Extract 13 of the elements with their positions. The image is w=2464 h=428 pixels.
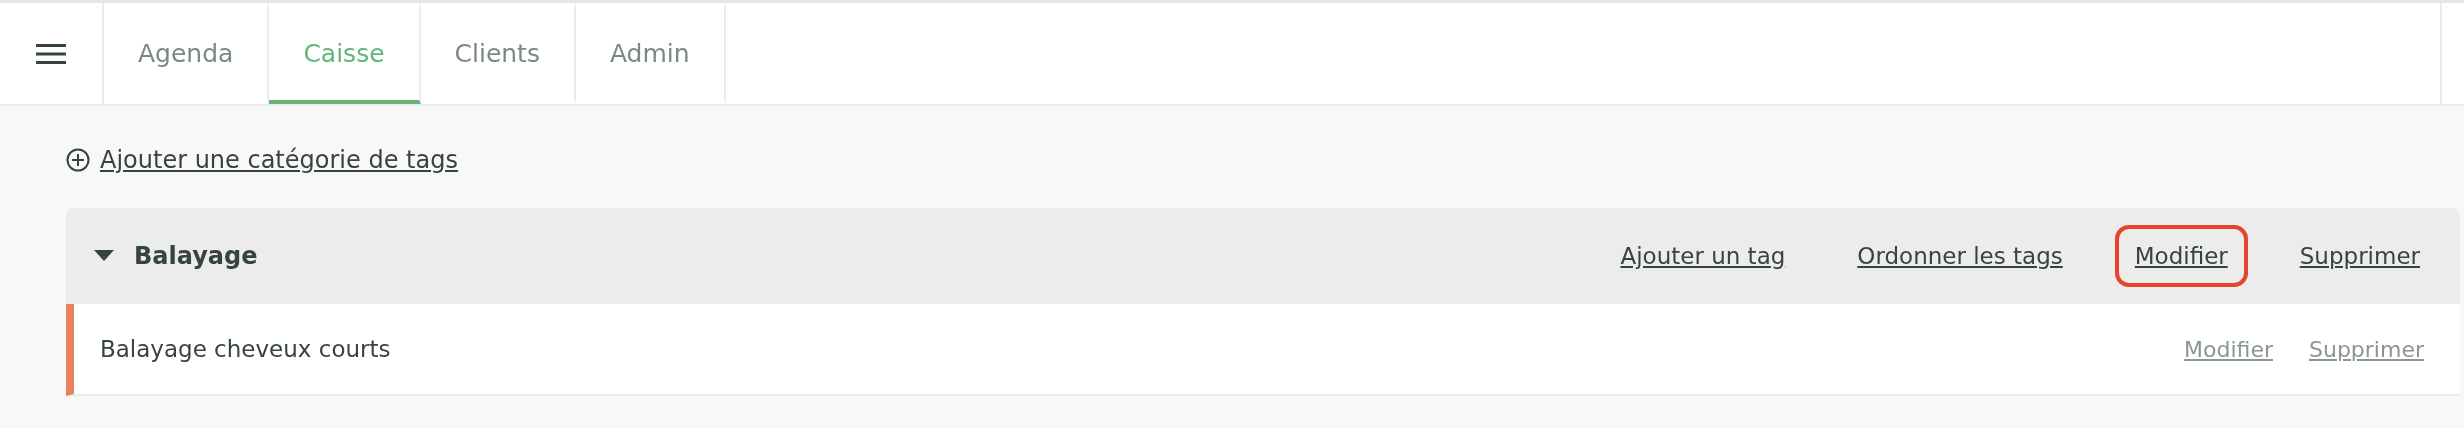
caret-icon[interactable] xyxy=(94,250,114,262)
category-action-link[interactable]: Supprimer xyxy=(2279,225,2440,287)
add-circle-icon xyxy=(66,148,90,172)
tag-name: Balayage cheveux courts xyxy=(100,336,392,362)
category-action-link[interactable]: Modifier xyxy=(2114,225,2248,287)
category-action-link[interactable]: Ordonner les tags xyxy=(1837,225,2083,287)
tag-action-link[interactable]: Modifier xyxy=(2184,336,2273,362)
menu-icon xyxy=(36,42,66,65)
category-name: Balayage xyxy=(134,242,259,270)
category-action-link[interactable]: Ajouter un tag xyxy=(1600,225,1806,287)
nav-tab[interactable]: Caisse xyxy=(269,3,421,104)
add-category-link[interactable]: Ajouter une catégorie de tags xyxy=(100,146,458,174)
tag-action-link[interactable]: Supprimer xyxy=(2309,336,2424,362)
